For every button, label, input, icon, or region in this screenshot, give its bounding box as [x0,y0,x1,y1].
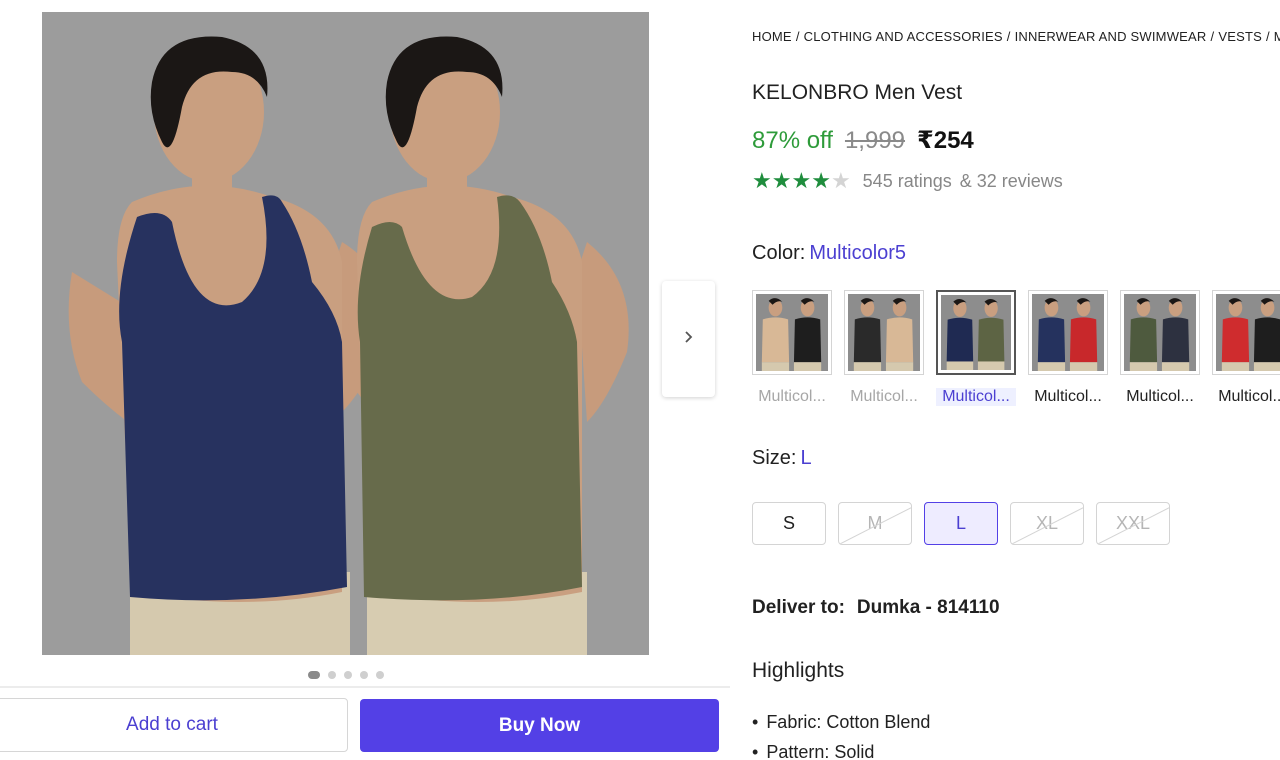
swatch-thumbnail [1212,290,1280,375]
next-image-button[interactable] [662,281,715,397]
swatch-label: Multicol... [1126,388,1194,405]
color-swatch[interactable]: Multicol... [844,290,924,406]
swatch-label: Multicol... [758,388,826,405]
ratings-count[interactable]: 545 ratings [863,171,952,192]
star-icon: ★ [830,168,851,193]
image-pagination [308,671,384,679]
size-label: Size: L [752,447,812,470]
product-image[interactable] [42,12,649,655]
swatch-thumbnail [1120,290,1200,375]
breadcrumb-clothing[interactable]: CLOTHING AND ACCESSORIES [804,29,1003,44]
color-swatch[interactable]: Multicol... [1120,290,1200,406]
swatch-label: Multicol... [850,388,918,405]
color-swatches: Multicol... Multicol... Multicol... Multico… [752,290,1280,406]
breadcrumb-innerwear[interactable]: INNERWEAR AND SWIMWEAR [1015,29,1207,44]
size-label-text: Size: [752,447,797,469]
selected-size: L [800,447,812,469]
star-rating: ★ ★ ★ ★ ★ [752,170,851,192]
model-photo [42,12,649,655]
size-option-m[interactable]: M [838,502,912,545]
swatch-label: Multicol... [1034,388,1102,405]
pagination-dot[interactable] [328,671,336,679]
star-icon: ★ [811,168,831,193]
size-option-s[interactable]: S [752,502,826,545]
delivery-info[interactable]: Deliver to: Dumka - 814110 [752,597,1000,619]
discount-percent: 87% off [752,127,833,154]
swatch-thumbnail [844,290,924,375]
breadcrumb-home[interactable]: HOME [752,29,792,44]
pagination-dot[interactable] [344,671,352,679]
product-title: KELONBRO Men Vest [752,81,963,104]
swatch-thumbnail [752,290,832,375]
size-option-xl[interactable]: XL [1010,502,1084,545]
original-price: 1,999 [844,127,906,154]
highlight-item: Pattern: Solid [752,737,930,760]
color-label-text: Color: [752,242,806,264]
color-swatch[interactable]: Multicol... [1028,290,1108,406]
reviews-count[interactable]: & 32 reviews [960,171,1063,192]
swatch-label: Multicol... [936,388,1016,406]
pagination-dot[interactable] [308,671,320,679]
chevron-right-icon [684,330,694,349]
highlights-list: Fabric: Cotton Blend Pattern: Solid [752,707,930,760]
star-icon: ★ [752,168,772,193]
add-to-cart-button[interactable]: Add to cart [0,698,348,752]
star-icon: ★ [771,168,792,193]
breadcrumb-men[interactable]: M [1274,29,1280,44]
color-swatch[interactable]: Multicol... [1212,290,1280,406]
color-label: Color: Multicolor5 [752,242,906,265]
rating-row: ★ ★ ★ ★ ★ 545 ratings & 32 reviews [752,170,1069,192]
breadcrumb-vests[interactable]: VESTS [1218,29,1262,44]
buy-now-button[interactable]: Buy Now [360,699,719,752]
swatch-thumbnail [1028,290,1108,375]
color-swatch[interactable]: Multicol... [752,290,832,406]
highlights-title: Highlights [752,659,845,682]
highlight-item: Fabric: Cotton Blend [752,707,930,737]
breadcrumb: HOME / CLOTHING AND ACCESSORIES / INNERWEAR … [752,29,1280,44]
swatch-label: Multicol... [1218,388,1280,405]
deliver-label: Deliver to: [752,597,845,618]
divider [0,686,730,688]
price-row: 87% off 1,999 ₹254 [752,126,974,155]
size-option-l[interactable]: L [924,502,998,545]
delivery-location[interactable]: Dumka - 814110 [857,597,1000,619]
pagination-dot[interactable] [376,671,384,679]
star-icon: ★ [791,168,812,193]
swatch-thumbnail [936,290,1016,375]
selected-color: Multicolor5 [809,242,907,264]
selling-price: ₹254 [917,127,974,154]
size-options: S M L XL XXL [752,502,1170,545]
pagination-dot[interactable] [360,671,368,679]
size-option-xxl[interactable]: XXL [1096,502,1170,545]
color-swatch[interactable]: Multicol... [936,290,1016,406]
